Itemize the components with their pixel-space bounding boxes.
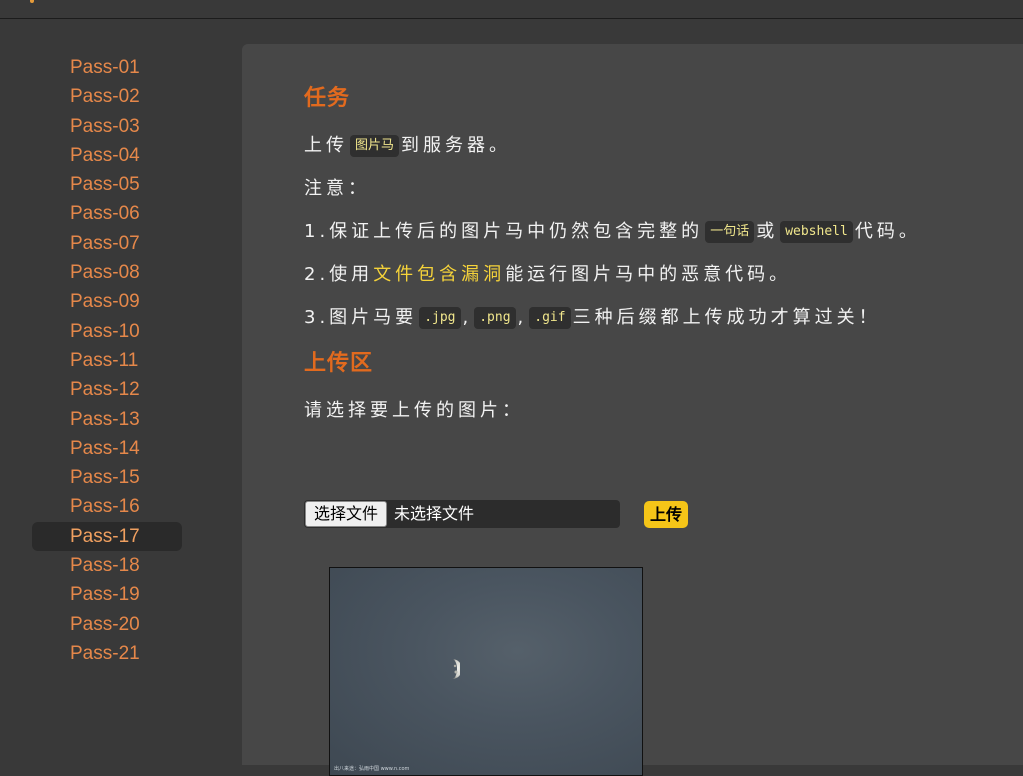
code-tag: .jpg <box>419 307 461 329</box>
upload-prompt: 请选择要上传的图片： <box>304 400 524 421</box>
rule-2: 2.使用文件包含漏洞能运行图片马中的恶意代码。 <box>304 253 1004 296</box>
sidebar-item-pass-15[interactable]: Pass-15 <box>32 463 182 492</box>
code-tag: .gif <box>529 307 571 329</box>
code-tag: 图片马 <box>350 135 400 157</box>
content: 任务 上传 图片马 到服务器。 注意： 1.保证上传后的图片马中仍然包含完整的 一句话… <box>304 80 1004 776</box>
rule-text: 3.图片马要 <box>304 307 418 328</box>
top-bar <box>0 0 1023 19</box>
rule-text: 能运行图片马中的恶意代码。 <box>505 264 792 285</box>
main-panel: 任务 上传 图片马 到服务器。 注意： 1.保证上传后的图片马中仍然包含完整的 一句话… <box>242 44 1023 776</box>
rule-text: 或 <box>756 221 779 242</box>
moon-image <box>452 659 460 679</box>
sidebar-item-pass-09[interactable]: Pass-09 <box>32 287 182 316</box>
sidebar-item-pass-13[interactable]: Pass-13 <box>32 405 182 434</box>
sidebar-item-pass-05[interactable]: Pass-05 <box>32 170 182 199</box>
sidebar-item-pass-03[interactable]: Pass-03 <box>32 112 182 141</box>
sidebar-item-pass-04[interactable]: Pass-04 <box>32 141 182 170</box>
sidebar-item-pass-21[interactable]: Pass-21 <box>32 639 182 668</box>
separator: , <box>517 307 528 328</box>
sidebar-item-pass-08[interactable]: Pass-08 <box>32 258 182 287</box>
upload-button[interactable]: 上传 <box>644 501 689 528</box>
rule-text: 代码。 <box>854 221 921 242</box>
sidebar-item-pass-10[interactable]: Pass-10 <box>32 317 182 346</box>
sidebar-item-pass-18[interactable]: Pass-18 <box>32 551 182 580</box>
sidebar-item-pass-14[interactable]: Pass-14 <box>32 434 182 463</box>
sidebar-item-pass-20[interactable]: Pass-20 <box>32 610 182 639</box>
rule-text: 2.使用 <box>304 264 374 285</box>
sidebar-item-pass-16[interactable]: Pass-16 <box>32 492 182 521</box>
separator: , <box>462 307 473 328</box>
task-text-post: 到服务器。 <box>401 135 512 156</box>
sidebar-item-pass-17[interactable]: Pass-17 <box>32 521 182 552</box>
file-status: 未选择文件 <box>394 504 475 523</box>
task-heading: 任务 <box>304 86 351 111</box>
image-watermark: 出八来途：弘雨中国 www.n.com <box>334 766 410 772</box>
choose-file-button[interactable]: 选择文件 <box>305 501 388 527</box>
sidebar: Pass-01 Pass-02 Pass-03 Pass-04 Pass-05 … <box>32 53 182 668</box>
rule-3: 3.图片马要 .jpg, .png, .gif 三种后缀都上传成功才算过关！ <box>304 296 1004 339</box>
rule-1: 1.保证上传后的图片马中仍然包含完整的 一句话或 webshell 代码。 <box>304 210 1004 253</box>
rule-text: 1.保证上传后的图片马中仍然包含完整的 <box>304 221 704 242</box>
code-tag: webshell <box>780 221 853 243</box>
code-tag: 一句话 <box>705 221 755 243</box>
logo-icon <box>30 0 34 3</box>
upload-heading: 上传区 <box>304 351 374 376</box>
sidebar-item-pass-11[interactable]: Pass-11 <box>32 346 182 375</box>
upload-form: 选择文件 未选择文件 上传 <box>304 500 1004 530</box>
task-description: 上传 图片马 到服务器。 <box>304 124 1004 167</box>
task-text-pre: 上传 <box>304 135 348 156</box>
uploaded-image-preview: 出八来途：弘雨中国 www.n.com <box>329 567 643 776</box>
sidebar-item-pass-07[interactable]: Pass-07 <box>32 229 182 258</box>
sidebar-item-pass-06[interactable]: Pass-06 <box>32 199 182 228</box>
highlight-text: 文件包含漏洞 <box>373 264 506 285</box>
sidebar-item-pass-12[interactable]: Pass-12 <box>32 375 182 404</box>
sidebar-item-pass-02[interactable]: Pass-02 <box>32 82 182 111</box>
sidebar-item-pass-01[interactable]: Pass-01 <box>32 53 182 82</box>
code-tag: .png <box>474 307 516 329</box>
file-input[interactable]: 选择文件 未选择文件 <box>304 500 620 528</box>
note-label: 注意： <box>304 178 370 199</box>
rule-text: 三种后缀都上传成功才算过关！ <box>572 307 881 328</box>
sidebar-item-pass-19[interactable]: Pass-19 <box>32 580 182 609</box>
